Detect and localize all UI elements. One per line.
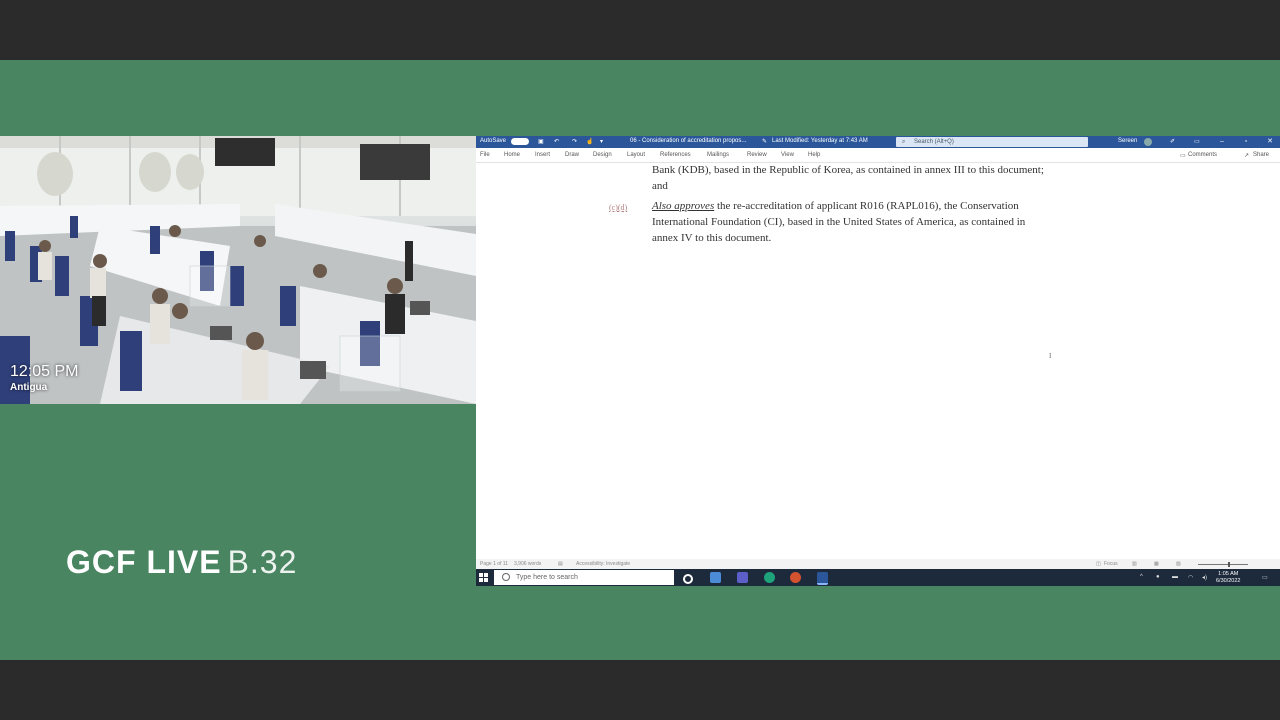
last-modified[interactable]: Last Modified: Yesterday at 7:43 AM bbox=[772, 138, 868, 144]
windows-taskbar: Type here to search ^ ● ▬ ◠ ◂) 1:05 AM 6… bbox=[476, 569, 1280, 586]
tab-home[interactable]: Home bbox=[504, 152, 520, 158]
taskbar-time: 1:05 AM bbox=[1218, 571, 1239, 577]
close-icon[interactable]: ✕ bbox=[1258, 136, 1280, 148]
tab-view[interactable]: View bbox=[781, 152, 794, 158]
cortana-icon[interactable] bbox=[683, 574, 693, 584]
doc-line-3-text: the re-accreditation of applicant R016 (… bbox=[714, 200, 1019, 212]
tab-mailings[interactable]: Mailings bbox=[707, 152, 729, 158]
ribbon-tabs: File Home Insert Draw Design Layout Refe… bbox=[476, 148, 1280, 163]
pen-icon[interactable]: ✐ bbox=[1170, 138, 1175, 145]
document-title[interactable]: 06 - Consideration of accreditation prop… bbox=[630, 138, 746, 144]
autosave-label: AutoSave bbox=[480, 138, 507, 144]
page-count[interactable]: Page 1 of 11 bbox=[480, 561, 508, 567]
word-icon[interactable] bbox=[817, 572, 828, 585]
print-layout-icon[interactable]: ▦ bbox=[1154, 561, 1159, 567]
word-title-bar: AutoSave ▣ ↶ ↷ ☝ ▾ 06 - Consideration of… bbox=[476, 136, 1280, 148]
taskbar-search-icon bbox=[502, 573, 510, 581]
avatar[interactable] bbox=[1144, 138, 1152, 146]
share-button[interactable]: Share bbox=[1253, 152, 1269, 158]
camera-time: 12:05 PM bbox=[10, 363, 79, 380]
brand-session: B.32 bbox=[227, 544, 298, 580]
doc-line-3: Also approves the re-accreditation of ap… bbox=[652, 200, 1019, 212]
teams-icon[interactable] bbox=[737, 572, 748, 583]
doc-line-2: and bbox=[652, 180, 668, 192]
notifications-icon[interactable]: ▭ bbox=[1262, 574, 1268, 581]
tray-network-icon[interactable]: ▬ bbox=[1172, 574, 1178, 580]
tab-design[interactable]: Design bbox=[593, 152, 612, 158]
focus-button[interactable]: Focus bbox=[1104, 561, 1118, 567]
taskbar-search-box[interactable]: Type here to search bbox=[494, 570, 674, 585]
event-brand: GCF LIVE B.32 bbox=[66, 544, 297, 581]
tab-review[interactable]: Review bbox=[747, 152, 767, 158]
tracked-change-marker: (c)(d) bbox=[609, 203, 628, 212]
zoom-app-icon[interactable] bbox=[710, 572, 721, 583]
powerpoint-icon[interactable] bbox=[790, 572, 801, 583]
brand-main: GCF LIVE bbox=[66, 544, 222, 580]
shared-screen: AutoSave ▣ ↶ ↷ ☝ ▾ 06 - Consideration of… bbox=[476, 136, 1280, 586]
windows-start-icon[interactable] bbox=[479, 573, 488, 582]
autosave-toggle[interactable] bbox=[511, 138, 529, 145]
web-layout-icon[interactable]: ▧ bbox=[1176, 561, 1181, 567]
word-search-placeholder: Search (Alt+Q) bbox=[914, 138, 954, 145]
touch-mode-icon[interactable]: ☝ bbox=[586, 138, 593, 145]
user-name[interactable]: Sereen bbox=[1118, 138, 1137, 144]
wifi-icon[interactable]: ◠ bbox=[1188, 574, 1193, 581]
tab-layout[interactable]: Layout bbox=[627, 152, 645, 158]
volume-icon[interactable]: ◂) bbox=[1202, 574, 1207, 581]
camera-location: Antigua bbox=[10, 382, 48, 393]
doc-emphasis: Also approves bbox=[652, 200, 715, 212]
doc-line-4: International Foundation (CI), based in … bbox=[652, 216, 1026, 228]
share-icon: ↗ bbox=[1244, 153, 1250, 159]
save-icon[interactable]: ▣ bbox=[538, 138, 544, 145]
tab-references[interactable]: References bbox=[660, 152, 691, 158]
read-mode-icon[interactable]: ▥ bbox=[1132, 561, 1137, 567]
ribbon-display-icon[interactable]: ▭ bbox=[1194, 138, 1200, 145]
focus-icon[interactable]: ◫ bbox=[1096, 561, 1101, 567]
accessibility-status[interactable]: Accessibility: Investigate bbox=[576, 561, 630, 567]
pin-icon: ✎ bbox=[762, 139, 768, 145]
mouse-cursor-icon: I bbox=[1049, 352, 1052, 360]
tray-chevron-icon[interactable]: ^ bbox=[1140, 574, 1143, 580]
tab-file[interactable]: File bbox=[480, 152, 490, 158]
doc-line-5: annex IV to this document. bbox=[652, 232, 772, 244]
maximize-icon[interactable]: ▫ bbox=[1234, 136, 1258, 148]
redo-icon[interactable]: ↷ bbox=[572, 138, 577, 145]
zoom-slider-handle[interactable] bbox=[1228, 562, 1230, 567]
doc-line-1: Bank (KDB), based in the Republic of Kor… bbox=[652, 164, 1044, 176]
word-count[interactable]: 3,906 words bbox=[514, 561, 541, 567]
edge-icon[interactable] bbox=[764, 572, 775, 583]
quick-access-chevron-icon[interactable]: ▾ bbox=[600, 138, 603, 145]
tray-app-icon[interactable]: ● bbox=[1156, 574, 1160, 580]
taskbar-search-placeholder: Type here to search bbox=[516, 574, 578, 581]
letterbox-top bbox=[0, 0, 1280, 60]
letterbox-bottom bbox=[0, 660, 1280, 720]
document-canvas[interactable]: Bank (KDB), based in the Republic of Kor… bbox=[476, 162, 1280, 560]
word-search-box[interactable]: ⌕ Search (Alt+Q) bbox=[896, 137, 1088, 147]
taskbar-date: 6/30/2022 bbox=[1216, 578, 1241, 584]
comments-icon: ▭ bbox=[1180, 153, 1186, 159]
taskbar-clock[interactable]: 1:05 AM 6/30/2022 bbox=[1216, 571, 1240, 585]
minimize-icon[interactable]: – bbox=[1210, 136, 1234, 148]
zoom-slider[interactable] bbox=[1198, 564, 1248, 565]
tab-draw[interactable]: Draw bbox=[565, 152, 579, 158]
comments-button[interactable]: Comments bbox=[1188, 152, 1217, 158]
status-bar: Page 1 of 11 3,906 words ▤ Accessibility… bbox=[476, 559, 1280, 569]
search-icon: ⌕ bbox=[902, 138, 906, 145]
proofing-icon[interactable]: ▤ bbox=[558, 561, 563, 567]
tab-help[interactable]: Help bbox=[808, 152, 820, 158]
undo-icon[interactable]: ↶ bbox=[554, 138, 559, 145]
tab-insert[interactable]: Insert bbox=[535, 152, 550, 158]
